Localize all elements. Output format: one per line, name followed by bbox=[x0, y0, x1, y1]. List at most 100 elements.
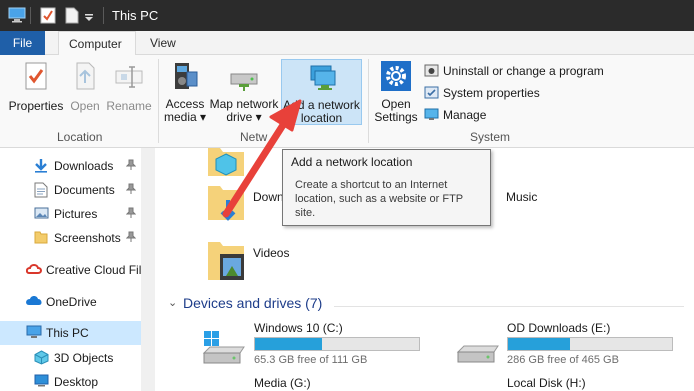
tab-computer[interactable]: Computer bbox=[58, 31, 136, 56]
map-network-drive-button[interactable]: Map network drive ▾ bbox=[208, 60, 280, 124]
drive-e[interactable] bbox=[454, 340, 500, 371]
navigation-pane: Downloads Documents Pictures Screenshots… bbox=[0, 148, 155, 391]
nav-item-label: OneDrive bbox=[46, 295, 97, 309]
open-button[interactable]: Open bbox=[68, 61, 102, 113]
folder-3d-icon bbox=[208, 148, 244, 176]
this-pc-icon bbox=[26, 325, 42, 342]
open-settings-label-line2: Settings bbox=[374, 110, 418, 124]
nav-item-label: This PC bbox=[46, 326, 89, 340]
manage-button[interactable]: Manage bbox=[424, 107, 486, 122]
nav-item-documents[interactable]: Documents bbox=[0, 178, 141, 202]
pictures-icon bbox=[34, 206, 49, 223]
drive-g-name[interactable]: Media (G:) bbox=[254, 376, 311, 390]
network-drive-icon bbox=[230, 73, 258, 91]
add-network-location-label-line2: location bbox=[300, 111, 343, 125]
uninstall-icon bbox=[424, 64, 439, 77]
nav-item-label: Pictures bbox=[54, 207, 98, 221]
drive-c[interactable] bbox=[200, 329, 246, 370]
folder-downloads-label: Down bbox=[253, 190, 284, 204]
tab-view[interactable]: View bbox=[140, 31, 186, 56]
system-group-label: System bbox=[470, 130, 511, 144]
folder-downloads[interactable] bbox=[206, 184, 246, 227]
pin-icon[interactable] bbox=[125, 183, 137, 198]
titlebar-separator bbox=[103, 7, 104, 24]
rename-button[interactable]: Rename bbox=[106, 61, 152, 113]
system-properties-icon bbox=[424, 86, 439, 99]
group-separator bbox=[368, 59, 369, 143]
nav-item-label: Creative Cloud Fil bbox=[46, 263, 142, 277]
desktop-icon bbox=[34, 374, 49, 390]
documents-icon bbox=[34, 182, 48, 201]
group-separator bbox=[158, 59, 159, 143]
nav-item-label: Downloads bbox=[54, 159, 114, 173]
nav-item-screenshots[interactable]: Screenshots bbox=[0, 226, 141, 250]
creative-cloud-icon bbox=[25, 262, 42, 279]
drive-h-name[interactable]: Local Disk (H:) bbox=[507, 376, 586, 390]
folder-videos[interactable] bbox=[206, 240, 246, 287]
location-group-label: Location bbox=[57, 130, 103, 144]
open-label: Open bbox=[70, 99, 100, 113]
customize-quick-access-icon[interactable] bbox=[84, 11, 94, 25]
nav-item-downloads[interactable]: Downloads bbox=[0, 154, 141, 178]
nav-item-this-pc[interactable]: This PC bbox=[0, 321, 141, 345]
tooltip-description: Create a shortcut to an Internet locatio… bbox=[295, 179, 463, 219]
window-title: This PC bbox=[112, 8, 159, 23]
uninstall-program-button[interactable]: Uninstall or change a program bbox=[424, 63, 604, 78]
settings-gear-icon bbox=[381, 61, 411, 91]
folder-music-label: Music bbox=[506, 190, 538, 204]
nav-item-onedrive[interactable]: OneDrive bbox=[0, 290, 141, 314]
section-divider bbox=[334, 306, 684, 307]
access-media-icon bbox=[175, 63, 198, 89]
folder-videos-label: Videos bbox=[253, 246, 290, 260]
manage-icon bbox=[424, 108, 439, 120]
titlebar-separator bbox=[30, 7, 31, 24]
nav-item-label: Desktop bbox=[54, 375, 99, 389]
drive-c-name: Windows 10 (C:) bbox=[254, 321, 343, 335]
ribbon-tab-bar: File Computer View bbox=[0, 31, 694, 56]
nav-item-label: 3D Objects bbox=[54, 351, 114, 365]
hard-drive-icon bbox=[456, 345, 499, 363]
tooltip-title: Add a network location bbox=[291, 155, 413, 169]
uninstall-label: Uninstall or change a program bbox=[443, 63, 604, 78]
access-media-label-line2: media ▾ bbox=[163, 110, 207, 124]
onedrive-cloud-icon bbox=[25, 294, 43, 309]
devices-and-drives-header[interactable]: Devices and drives (7) bbox=[183, 295, 322, 311]
drive-c-free-space: 65.3 GB free of 111 GB bbox=[254, 354, 368, 366]
this-pc-icon[interactable] bbox=[8, 7, 26, 26]
open-icon bbox=[76, 62, 95, 90]
drive-e-usage-bar bbox=[507, 337, 673, 351]
rename-label: Rename bbox=[106, 99, 152, 113]
downloads-icon bbox=[34, 158, 48, 176]
open-settings-button[interactable]: Open Settings bbox=[372, 60, 420, 124]
add-network-location-button[interactable]: Add a network location bbox=[281, 59, 362, 125]
nav-item-creative-cloud[interactable]: Creative Cloud Fil bbox=[0, 258, 141, 282]
nav-item-3d-objects[interactable]: 3D Objects bbox=[0, 346, 141, 370]
folder-downloads-icon bbox=[208, 186, 244, 221]
pin-icon[interactable] bbox=[125, 159, 137, 174]
drive-e-name: OD Downloads (E:) bbox=[507, 321, 611, 335]
folder-3d-objects[interactable] bbox=[206, 148, 246, 181]
system-properties-label: System properties bbox=[443, 85, 540, 100]
tab-file[interactable]: File bbox=[0, 31, 45, 55]
system-properties-button[interactable]: System properties bbox=[424, 85, 540, 100]
nav-item-desktop[interactable]: Desktop bbox=[0, 370, 141, 391]
properties-quick-icon[interactable] bbox=[40, 7, 56, 27]
access-media-button[interactable]: Access media ▾ bbox=[162, 60, 208, 124]
new-folder-quick-icon[interactable] bbox=[64, 7, 80, 27]
nav-item-label: Documents bbox=[54, 183, 115, 197]
navigation-scrollbar[interactable] bbox=[141, 148, 155, 391]
network-group-label: Netw bbox=[240, 130, 268, 144]
nav-item-label: Screenshots bbox=[54, 231, 121, 245]
drive-c-usage-bar bbox=[254, 337, 420, 351]
chevron-down-icon[interactable]: ⌄ bbox=[168, 296, 177, 309]
nav-item-pictures[interactable]: Pictures bbox=[0, 202, 141, 226]
folder-icon bbox=[34, 230, 48, 247]
manage-label: Manage bbox=[443, 107, 487, 122]
pin-icon[interactable] bbox=[125, 231, 137, 246]
drive-e-free-space: 286 GB free of 465 GB bbox=[507, 354, 619, 366]
properties-icon bbox=[25, 62, 47, 90]
properties-button[interactable]: Properties bbox=[6, 61, 66, 113]
pin-icon[interactable] bbox=[125, 207, 137, 222]
3d-objects-icon bbox=[34, 350, 49, 368]
properties-label: Properties bbox=[8, 99, 64, 113]
